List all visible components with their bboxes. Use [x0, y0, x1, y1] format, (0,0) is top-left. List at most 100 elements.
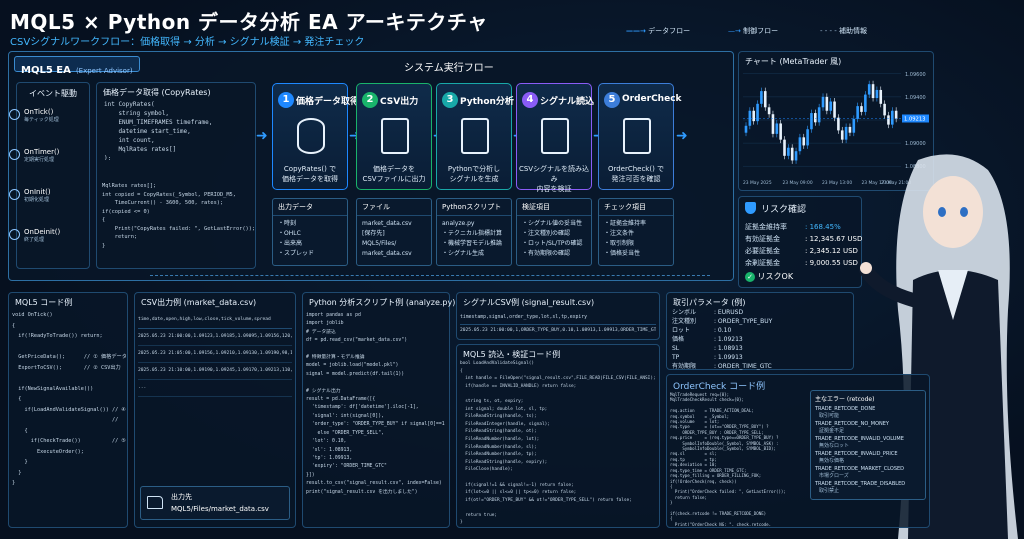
trade-param-row: 注文種別: ORDER_TYPE_BUY: [672, 318, 773, 325]
trade-param-row: ロット: 0.10: [672, 327, 732, 334]
step-details-title: Pythonスクリプト: [437, 199, 511, 216]
step-details-item: ・注文種別の確認: [522, 230, 571, 237]
arrow-right-icon: ➜: [256, 128, 268, 144]
candle-body: [860, 106, 863, 112]
step-desc: 価格データを CSVファイルに出力: [362, 165, 426, 183]
candle-body: [767, 107, 771, 115]
risk-row: 有効証拠金: 12,345.67 USD: [745, 235, 863, 243]
step-details-item: ・時刻: [278, 220, 297, 227]
retcode-row: TRADE_RETCODE_INVALID_PRICE 無効な価格: [815, 451, 898, 464]
copyrates-title: 価格データ取得 (CopyRates): [103, 88, 211, 97]
candle-body: [840, 130, 844, 140]
event-name: OnDeinit(): [24, 228, 61, 236]
candle-body: [871, 84, 875, 99]
chart-x-tick: 23 May 2025: [743, 180, 772, 186]
trade-param-row: TP: 1.09913: [672, 354, 743, 361]
risk-row: 必要証拠金: 2,345.12 USD: [745, 247, 858, 255]
candle-body: [883, 103, 886, 116]
step-details-item: ・価格妥当性: [604, 250, 641, 257]
chart-x-tick: 23 May 09:00: [783, 180, 813, 186]
candle-body: [817, 107, 821, 123]
arrow-right-icon: ——→: [626, 27, 646, 35]
load-validate-code: bool LoadAndValidateSignal() { int handl…: [460, 361, 656, 525]
step-number: 3: [442, 92, 458, 108]
shield-icon: [745, 202, 756, 214]
candle-body: [771, 114, 775, 134]
candle-body: [833, 101, 836, 118]
candle-body: [837, 117, 840, 131]
ordercheck-title: OrderCheck コード例: [673, 382, 766, 392]
python-analyze-code: import pandas as pd import joblib # データ読…: [306, 313, 445, 495]
arrow-right-icon: ➜: [676, 128, 688, 144]
step-details-item: ・シグナル値の妥当性: [522, 220, 583, 227]
step-details-item: ・注文条件: [604, 230, 635, 237]
system-flow-title: システム実行フロー: [404, 63, 494, 74]
load-validate-title: MQL5 読込・検証コード例: [463, 350, 561, 359]
event-name: OnInit(): [24, 188, 51, 196]
candle-body: [744, 125, 748, 133]
mql5-code-title: MQL5 コード例: [15, 298, 73, 307]
event-desc: 毎ティック処理: [24, 117, 59, 123]
step-details-item: analyze.py: [442, 220, 475, 227]
chart-y-tick: 1.09000: [905, 141, 926, 147]
csv-row: ...: [138, 380, 292, 397]
candle-body: [848, 126, 852, 133]
candle-body: [810, 113, 813, 130]
events-title: イベント駆動: [29, 89, 77, 98]
event-desc: 定期実行処理: [24, 157, 55, 163]
database-icon: [297, 118, 325, 154]
candle-body: [760, 91, 763, 104]
candle-body: [763, 91, 767, 108]
step-2: 2 CSV出力価格データを CSVファイルに出力: [356, 83, 432, 190]
candle-body: [856, 106, 859, 119]
step-details-item: ・テクニカル指標計算: [442, 230, 503, 237]
step-3: 3 Python分析 Pythonで分析し シグナルを生成: [436, 83, 514, 190]
signal-csv-title: シグナルCSV例 (signal_result.csv): [463, 298, 595, 307]
step-number: 4: [522, 92, 538, 108]
page-subtitle: CSVシグナルワークフロー：価格取得 → 分析 → シグナル検証 → 発注チェッ…: [10, 37, 365, 48]
step-title: 価格データ取得: [296, 97, 360, 107]
candle-body: [844, 126, 848, 140]
step-details-item: [保存先]: [362, 230, 385, 237]
event-item: OnTick() 毎ティック処理: [9, 108, 88, 123]
candle-body: [829, 101, 832, 111]
step-details-title: 検証項目: [517, 199, 591, 216]
candle-body: [775, 123, 779, 134]
step-details-title: 出力データ: [273, 199, 347, 216]
ea-title-badge: MQL5 EA (Expert Advisor): [14, 56, 140, 76]
step-title: OrderCheck: [622, 94, 682, 104]
python-code-title: Python 分析スクリプト例 (analyze.py): [309, 298, 456, 307]
signal-csv-header: timestamp,signal,order_type,lot,sl,tp,ex…: [460, 312, 656, 325]
step-details-item: ・取引制限: [604, 240, 635, 247]
step-2-details: ファイル market_data.csv [保存先] MQL5/Files/marke…: [356, 198, 432, 266]
step-desc: Pythonで分析し シグナルを生成: [447, 165, 501, 183]
retcode-errors-box: 主なエラー (retcode) TRADE_RETCODE_DONE 取引可能 TR…: [810, 390, 926, 500]
feedback-dashed-line: [150, 275, 710, 276]
step-number: 2: [362, 92, 378, 108]
step-details-item: ・証拠金維持率: [604, 220, 647, 227]
step-3-details: Pythonスクリプト analyze.py ・テクニカル指標計算 ・機械学習モデル推…: [436, 198, 512, 266]
chart-y-tick: 1.09600: [905, 72, 926, 78]
step-title: CSV出力: [380, 97, 419, 107]
step-details-item: ・OHLC: [278, 230, 301, 237]
trade-params-title: 取引パラメータ (例): [673, 298, 746, 307]
check-icon: ✓: [745, 272, 755, 282]
arrow-right-icon: —→: [728, 27, 741, 35]
trade-param-row: SL: 1.08913: [672, 345, 743, 352]
csv-row: 2025.05.23 21:05:00,1.09156,1.09210,1.09…: [138, 346, 292, 363]
event-icon: [9, 109, 20, 120]
document-chart-icon: [541, 118, 569, 154]
candle-body: [779, 123, 782, 140]
retcode-row: TRADE_RETCODE_DONE 取引可能: [815, 406, 876, 419]
candle-body: [891, 110, 894, 125]
candle-body: [806, 129, 809, 146]
step-number: 5: [604, 92, 620, 108]
dashed-line-icon: - - - -: [820, 27, 837, 35]
trade-param-row: シンボル: EURUSD: [672, 309, 744, 316]
chart-x-tick: 23 May 13:00: [822, 180, 852, 186]
legend-data-flow: ——→ データフロー: [626, 27, 691, 35]
step-4-details: 検証項目 ・シグナル値の妥当性 ・注文種別の確認 ・ロット/SL/TPの確認 ・有効期限…: [516, 198, 592, 266]
candle-body: [894, 110, 898, 119]
retcode-row: TRADE_RETCODE_MARKET_CLOSED 市場クローズ: [815, 466, 905, 479]
trade-param-row: 価格: 1.09213: [672, 336, 743, 343]
